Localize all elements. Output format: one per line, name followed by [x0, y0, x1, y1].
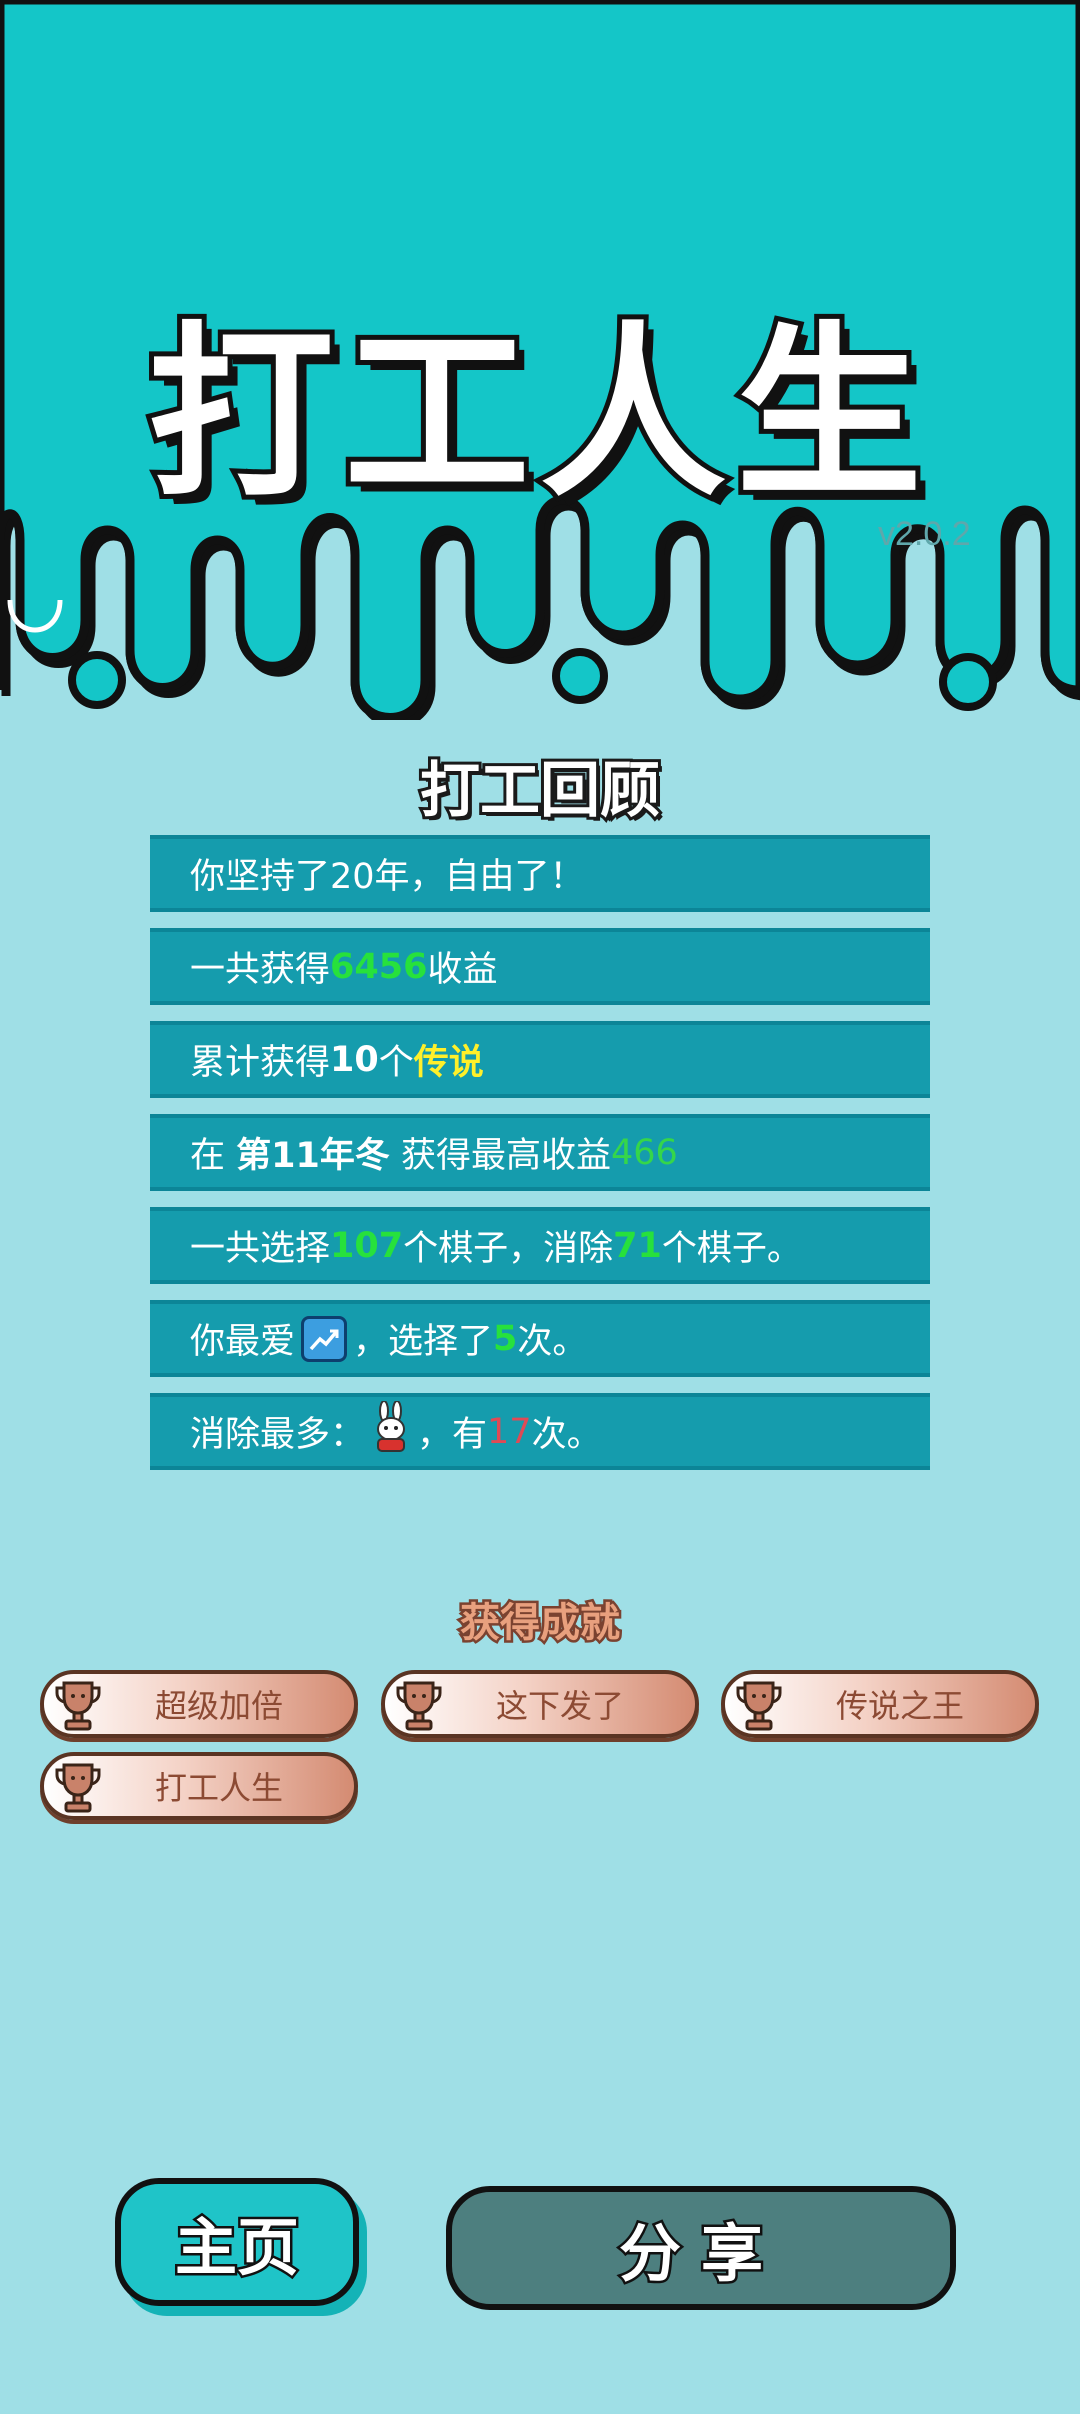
- review-row-favorite: 你最爱 ，选择了 5 次。: [150, 1300, 930, 1377]
- review-row-legend-count: 累计获得 10 个传说: [150, 1021, 930, 1098]
- trophy-icon: [54, 1761, 102, 1817]
- review-row-pieces: 一共选择 107 个棋子，消除 71 个棋子。: [150, 1207, 930, 1284]
- share-button[interactable]: 分享: [446, 2186, 956, 2310]
- achievement-badge[interactable]: 打工人生: [40, 1752, 358, 1820]
- achievements-title: 获得成就: [458, 1598, 623, 1649]
- most-removed-count-value: 17: [487, 1411, 532, 1452]
- review-text: ，选择了: [353, 1322, 494, 1362]
- achievement-badge[interactable]: 这下发了: [381, 1670, 699, 1738]
- best-period-value: 第11年冬: [236, 1136, 390, 1176]
- review-row-best-income: 在 第11年冬 获得最高收益 466: [150, 1114, 930, 1191]
- legend-count-value: 10: [330, 1039, 379, 1080]
- total-income-value: 6456: [330, 946, 428, 987]
- review-text: ，有: [417, 1415, 488, 1455]
- achievement-label: 这下发了: [495, 1687, 624, 1725]
- achievement-label: 超级加倍: [154, 1687, 283, 1725]
- home-button-label: 主页: [172, 2209, 301, 2287]
- trophy-icon: [395, 1679, 443, 1735]
- review-row-most-removed: 消除最多： ，有 17 次。: [150, 1393, 930, 1470]
- trophy-icon: [54, 1679, 102, 1735]
- trophy-icon: [735, 1679, 783, 1735]
- review-text: 个: [378, 1043, 414, 1083]
- review-text: 个棋子。: [661, 1229, 802, 1269]
- share-button-label: 分享: [616, 2215, 783, 2293]
- review-text: 次。: [517, 1322, 588, 1362]
- review-text: 一共选择: [190, 1229, 331, 1269]
- review-text: 获得最高收益: [389, 1136, 611, 1176]
- rabbit-icon: [369, 1400, 413, 1462]
- rarity-label: 传说: [413, 1043, 484, 1083]
- review-row-total-income: 一共获得 6456 收益: [150, 928, 930, 1005]
- review-text: 次。: [531, 1415, 602, 1455]
- chart-up-icon: [301, 1315, 348, 1362]
- review-text: 累计获得: [190, 1043, 331, 1083]
- achievement-label: 传说之王: [835, 1687, 964, 1725]
- review-text: 一共获得: [190, 950, 331, 990]
- chosen-pieces-value: 107: [330, 1225, 404, 1266]
- review-title: 打工回顾: [417, 753, 663, 829]
- review-text: 你坚持了20年，自由了！: [190, 857, 585, 897]
- achievement-label: 打工人生: [154, 1769, 283, 1807]
- achievement-badge[interactable]: 超级加倍: [40, 1670, 358, 1738]
- review-row-years: 你坚持了20年，自由了！: [150, 835, 930, 912]
- review-list: 你坚持了20年，自由了！ 一共获得 6456 收益 累计获得 10 个传说 在 第11年…: [150, 835, 930, 1486]
- review-text: 个棋子，消除: [403, 1229, 614, 1269]
- best-income-value: 466: [611, 1132, 678, 1173]
- achievement-badge[interactable]: 传说之王: [721, 1670, 1039, 1738]
- app-title: 打工人生: [143, 300, 932, 527]
- review-text: 在: [190, 1136, 237, 1176]
- favorite-count-value: 5: [493, 1318, 518, 1359]
- review-text: 消除最多：: [190, 1415, 366, 1455]
- removed-pieces-value: 71: [613, 1225, 662, 1266]
- review-text: 收益: [427, 950, 498, 990]
- version-label: v2.0.2: [878, 515, 971, 553]
- home-button[interactable]: 主页: [115, 2178, 359, 2306]
- review-text: 你最爱: [190, 1322, 296, 1362]
